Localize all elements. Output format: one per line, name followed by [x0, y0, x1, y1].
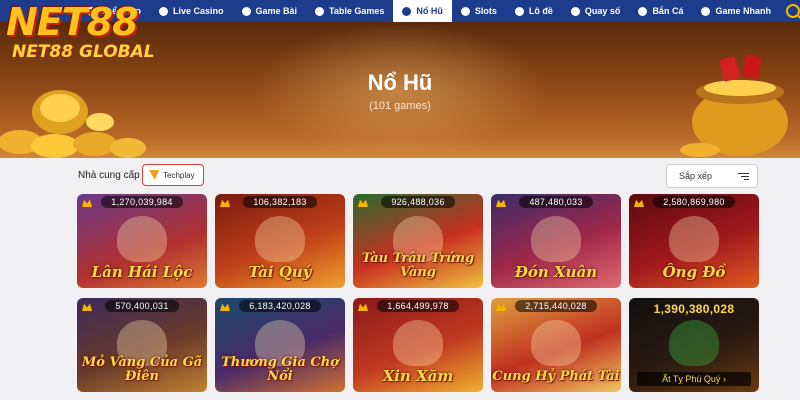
sort-icon — [738, 172, 749, 180]
jackpot-amount: 570,400,031 — [105, 300, 179, 312]
game-artwork — [531, 216, 581, 262]
spin-icon — [570, 6, 580, 16]
nav-item-label: Bắn Cá — [652, 6, 684, 16]
nav-item-label: Quay số — [584, 6, 621, 16]
nav-item-slots[interactable]: Slots — [452, 0, 506, 22]
game-card[interactable]: 2,580,869,980 Ông Đồ — [629, 194, 759, 288]
logo-sub-text: NET88 GLOBAL — [12, 42, 155, 62]
play-button[interactable]: Ất Tỵ Phú Quý › — [637, 372, 751, 386]
jackpot-amount: 6,183,420,028 — [239, 300, 321, 312]
provider-label: Nhà cung cấp — [78, 170, 140, 181]
nav-item-label: Slots — [474, 6, 497, 16]
cards-icon — [241, 6, 251, 16]
game-title: Thương Gia Chợ Nổi — [221, 355, 339, 384]
game-artwork — [255, 216, 305, 262]
nav-item-label: Nổ Hũ — [416, 6, 443, 16]
game-title: Tàu Trâu Trứng Vàng — [361, 251, 475, 280]
jackpot-amount: 1,664,499,978 — [377, 300, 459, 312]
game-title: Mỏ Vàng Của Gã Điên — [81, 355, 203, 384]
nav-item-label: Game Bài — [255, 6, 298, 16]
jackpot-amount: 1,390,380,028 — [653, 302, 735, 316]
table-icon — [315, 6, 325, 16]
jackpot-amount: 487,480,033 — [519, 196, 593, 208]
game-artwork — [531, 320, 581, 366]
lottery-icon — [514, 6, 524, 16]
provider-chip-label: Techplay — [163, 170, 195, 180]
game-title: Tài Quý — [248, 263, 312, 281]
nav-item-label: Lô đề — [528, 6, 553, 16]
nav-item-lo-de[interactable]: Lô đề — [506, 0, 562, 22]
game-card[interactable]: 570,400,031 Mỏ Vàng Của Gã Điên — [77, 298, 207, 392]
jackpot-amount: 1,270,039,984 — [101, 196, 183, 208]
game-artwork — [669, 320, 719, 366]
site-logo[interactable]: NET88 NET88 GLOBAL — [6, 2, 166, 72]
fish-icon — [638, 6, 648, 16]
nav-item-label: Live Casino — [173, 6, 224, 16]
rocket-icon — [701, 6, 711, 16]
game-card[interactable]: 926,488,036 Tàu Trâu Trứng Vàng — [353, 194, 483, 288]
nav-item-quay-so[interactable]: Quay số — [562, 0, 630, 22]
game-card[interactable]: 1,664,499,978 Xin Xăm — [353, 298, 483, 392]
game-artwork — [669, 216, 719, 262]
game-title: Cung Hỷ Phát Tài — [492, 369, 620, 384]
jackpot-amount: 106,382,183 — [243, 196, 317, 208]
nav-item-table-games[interactable]: Table Games — [306, 0, 393, 22]
jackpot-amount: 2,715,440,028 — [515, 300, 597, 312]
provider-filter-chip[interactable]: Techplay — [142, 164, 204, 186]
game-card[interactable]: 1,390,380,028 Ất Tỵ Phú Quý › — [629, 298, 759, 392]
games-count: (101 games) — [369, 100, 431, 112]
nav-item-label: Table Games — [329, 6, 385, 16]
game-artwork — [393, 320, 443, 366]
techplay-icon — [149, 170, 159, 180]
game-title: Lân Hái Lộc — [91, 263, 193, 281]
search-icon[interactable] — [785, 4, 800, 18]
nav-item-label: Game Nhanh — [715, 6, 771, 16]
game-card[interactable]: 487,480,033 Đón Xuân — [491, 194, 621, 288]
game-title: Xin Xăm — [382, 367, 454, 385]
slots-icon — [460, 6, 470, 16]
cta-label: Ất Tỵ Phú Quý — [662, 374, 721, 384]
nav-item-game-nhanh[interactable]: Game Nhanh — [692, 0, 780, 22]
game-card[interactable]: 6,183,420,028 Thương Gia Chợ Nổi — [215, 298, 345, 392]
chevron-right-icon: › — [722, 374, 726, 384]
sort-label: Sắp xếp — [679, 171, 713, 181]
jackpot-amount: 2,580,869,980 — [653, 196, 735, 208]
logo-main-text: NET88 — [6, 0, 139, 44]
nav-item-no-hu[interactable]: Nổ Hũ — [393, 0, 452, 22]
game-card[interactable]: 2,715,440,028 Cung Hỷ Phát Tài — [491, 298, 621, 392]
nav-item-ban-ca[interactable]: Bắn Cá — [629, 0, 692, 22]
game-artwork — [117, 216, 167, 262]
game-grid: 1,270,039,984 Lân Hái Lộc 106,382,183 Tà… — [77, 194, 760, 400]
game-title: Ông Đồ — [662, 263, 726, 281]
game-title: Đón Xuân — [514, 263, 598, 281]
sort-dropdown[interactable]: Sắp xếp — [666, 164, 758, 188]
nav-item-game-bai[interactable]: Game Bài — [233, 0, 307, 22]
game-card[interactable]: 1,270,039,984 Lân Hái Lộc — [77, 194, 207, 288]
jackpot-pot-icon — [402, 6, 412, 16]
game-card[interactable]: 106,382,183 Tài Quý — [215, 194, 345, 288]
jackpot-amount: 926,488,036 — [381, 196, 455, 208]
page-title: Nổ Hũ — [367, 70, 433, 95]
